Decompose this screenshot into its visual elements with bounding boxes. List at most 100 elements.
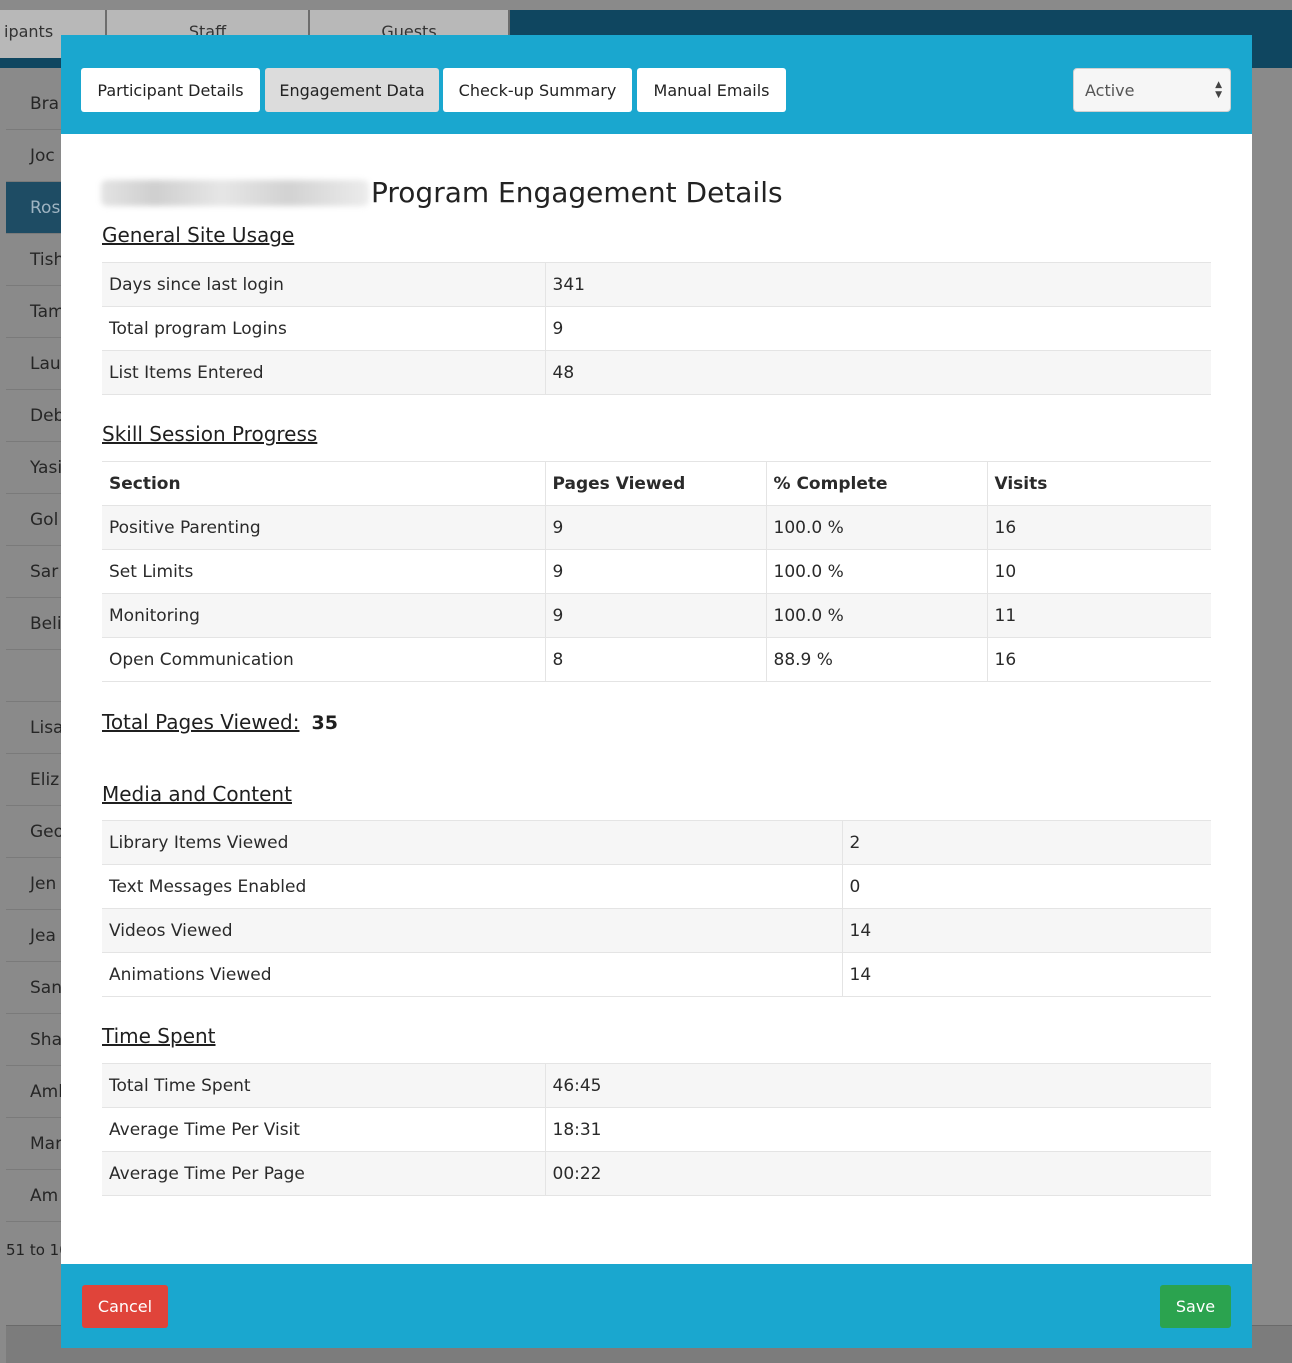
row-value: 2	[841, 820, 1211, 865]
cell: 8	[544, 637, 766, 682]
list-item[interactable]: Mar	[6, 1118, 66, 1170]
table-header-row: Section Pages Viewed % Complete Visits	[102, 461, 1211, 506]
cell: 10	[986, 549, 1211, 594]
general-usage-table: Days since last login 341 Total program …	[102, 262, 1211, 395]
cell: 88.9 %	[765, 637, 987, 682]
select-arrows-icon: ▲ ▼	[1215, 80, 1222, 100]
list-item[interactable]: Sha	[6, 1014, 66, 1066]
tab-manual-emails[interactable]: Manual Emails	[637, 68, 786, 112]
table-row: List Items Entered 48	[102, 350, 1211, 395]
cell: 100.0 %	[765, 549, 987, 594]
list-item[interactable]: Sar	[6, 546, 66, 598]
list-item[interactable]: Beli	[6, 598, 66, 650]
table-row: Positive Parenting 9 100.0 % 16	[102, 505, 1211, 550]
row-label: Videos Viewed	[102, 908, 842, 953]
list-item[interactable]: Geo	[6, 806, 66, 858]
table-row: Animations Viewed 14	[102, 952, 1211, 997]
skill-progress-table: Section Pages Viewed % Complete Visits P…	[102, 461, 1211, 682]
row-value: 14	[841, 952, 1211, 997]
row-value: 9	[544, 306, 1211, 351]
cell: Set Limits	[102, 549, 545, 594]
table-row: Monitoring 9 100.0 % 11	[102, 593, 1211, 638]
list-item[interactable]: San	[6, 962, 66, 1014]
row-value: 00:22	[544, 1151, 1211, 1196]
cell: 16	[986, 637, 1211, 682]
row-label: Average Time Per Visit	[102, 1107, 545, 1152]
table-row: Total Time Spent 46:45	[102, 1063, 1211, 1108]
heading-time-spent: Time Spent	[102, 1024, 216, 1048]
status-select-value: Active	[1085, 80, 1135, 100]
row-label: Text Messages Enabled	[102, 864, 842, 909]
total-pages-viewed: Total Pages Viewed: 35	[102, 710, 338, 734]
list-item[interactable]: Eliz	[6, 754, 66, 806]
cell: Open Communication	[102, 637, 545, 682]
list-item[interactable]: Jen	[6, 858, 66, 910]
cell: Positive Parenting	[102, 505, 545, 550]
modal-header: Participant Details Engagement Data Chec…	[61, 35, 1252, 134]
engagement-modal: Participant Details Engagement Data Chec…	[61, 35, 1252, 1348]
heading-general-site-usage: General Site Usage	[102, 223, 295, 247]
cell: 100.0 %	[765, 505, 987, 550]
table-row: Days since last login 341	[102, 262, 1211, 307]
cancel-button[interactable]: Cancel	[82, 1285, 168, 1328]
list-item[interactable]: Joc	[6, 130, 66, 182]
row-label: Total program Logins	[102, 306, 545, 351]
heading-skill-session-progress: Skill Session Progress	[102, 422, 318, 446]
cell: 9	[544, 593, 766, 638]
list-item[interactable]: Jea	[6, 910, 66, 962]
redacted-participant-id	[101, 179, 369, 206]
column-header: Pages Viewed	[544, 461, 766, 506]
column-header: Visits	[986, 461, 1211, 506]
row-label: Library Items Viewed	[102, 820, 842, 865]
background-participant-list: Bra Joc Ros Tish Tam Lau Deb Yasi Gol Sa…	[6, 78, 66, 1222]
save-button[interactable]: Save	[1160, 1285, 1231, 1328]
table-row: Set Limits 9 100.0 % 10	[102, 549, 1211, 594]
row-label: Animations Viewed	[102, 952, 842, 997]
tab-engagement-data[interactable]: Engagement Data	[265, 68, 439, 112]
list-item[interactable]: Deb	[6, 390, 66, 442]
list-item[interactable]: Aml	[6, 1066, 66, 1118]
cell: 9	[544, 549, 766, 594]
list-item[interactable]: Bra	[6, 78, 66, 130]
total-pages-label: Total Pages Viewed:	[102, 710, 300, 734]
list-item[interactable]: Gol	[6, 494, 66, 546]
row-label: Days since last login	[102, 262, 545, 307]
list-item[interactable]: Yasi	[6, 442, 66, 494]
list-item[interactable]: Am	[6, 1170, 66, 1222]
table-row: Text Messages Enabled 0	[102, 864, 1211, 909]
table-row: Open Communication 8 88.9 % 16	[102, 637, 1211, 682]
column-header: Section	[102, 461, 545, 506]
cell: 11	[986, 593, 1211, 638]
modal-body: Program Engagement Details General Site …	[61, 134, 1252, 1264]
list-item[interactable]: Tam	[6, 286, 66, 338]
modal-footer: Cancel Save	[61, 1264, 1252, 1348]
row-value: 18:31	[544, 1107, 1211, 1152]
row-value: 0	[841, 864, 1211, 909]
media-content-table: Library Items Viewed 2 Text Messages Ena…	[102, 820, 1211, 997]
list-item[interactable]: Lau	[6, 338, 66, 390]
total-pages-value: 35	[311, 712, 338, 734]
cell: 16	[986, 505, 1211, 550]
page-title: Program Engagement Details	[101, 176, 783, 209]
status-select[interactable]: Active ▲ ▼	[1073, 68, 1231, 112]
list-item	[6, 650, 66, 702]
page-title-text: Program Engagement Details	[371, 176, 783, 209]
heading-media-and-content: Media and Content	[102, 782, 292, 806]
tab-participant-details[interactable]: Participant Details	[81, 68, 260, 112]
row-label: Average Time Per Page	[102, 1151, 545, 1196]
row-value: 46:45	[544, 1063, 1211, 1108]
cell: Monitoring	[102, 593, 545, 638]
row-value: 341	[544, 262, 1211, 307]
cell: 9	[544, 505, 766, 550]
row-value: 14	[841, 908, 1211, 953]
table-row: Total program Logins 9	[102, 306, 1211, 351]
time-spent-table: Total Time Spent 46:45 Average Time Per …	[102, 1063, 1211, 1196]
list-item[interactable]: Tish	[6, 234, 66, 286]
table-row: Library Items Viewed 2	[102, 820, 1211, 865]
list-item-selected[interactable]: Ros	[6, 182, 66, 234]
tab-checkup-summary[interactable]: Check-up Summary	[443, 68, 632, 112]
cell: 100.0 %	[765, 593, 987, 638]
row-label: Total Time Spent	[102, 1063, 545, 1108]
background-pagination-info: 51 to 10	[6, 1241, 61, 1259]
list-item[interactable]: Lisa	[6, 702, 66, 754]
